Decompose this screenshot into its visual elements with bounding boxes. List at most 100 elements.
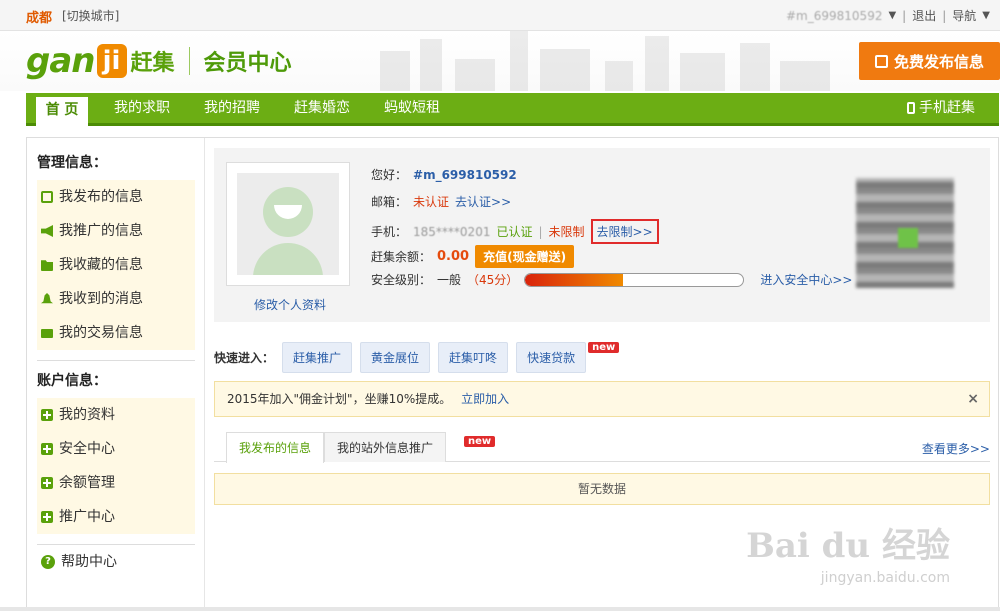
username-dropdown-icon[interactable]: ▼ — [888, 10, 896, 21]
quick-ganji-dingdong-button[interactable]: 赶集叮咚 — [438, 342, 509, 373]
skyline-decoration — [380, 31, 830, 91]
email-label: 邮箱： — [371, 195, 408, 209]
security-center-link[interactable]: 进入安全中心>> — [760, 271, 852, 288]
publish-label: 免费发布信息 — [893, 52, 984, 71]
sidebar-item-label: 帮助中心 — [61, 554, 117, 570]
sidebar-item-my-messages[interactable]: 我收到的消息 — [37, 282, 195, 316]
phone-limit-status: 未限制 — [548, 225, 585, 239]
quick-gold-booth-button[interactable]: 黄金展位 — [360, 342, 431, 373]
watermark-main: Bai du 经验 — [746, 526, 950, 566]
phone-label: 手机： — [371, 225, 408, 239]
ganji-logo[interactable]: gan ji 赶集 会员中心 — [26, 41, 292, 81]
switch-city-link[interactable]: [切换城市] — [62, 7, 119, 24]
sidebar: 管理信息： 我发布的信息 我推广的信息 我收藏的信息 我收到的消息 我的交易信息 — [27, 138, 205, 607]
notice-text: 2015年加入"佣金计划"，坐赚10%提成。 — [227, 392, 452, 406]
sidebar-item-security[interactable]: 安全中心 — [37, 432, 195, 466]
avatar-placeholder-icon — [237, 173, 339, 275]
quick-loan-button[interactable]: 快速贷款 — [516, 342, 587, 373]
nav-my-jobs[interactable]: 我的求职 — [114, 93, 170, 123]
nav-dating[interactable]: 赶集婚恋 — [294, 93, 350, 123]
folder-icon — [41, 260, 53, 271]
nav-short-rental[interactable]: 蚂蚁短租 — [384, 93, 440, 123]
commission-notice: 2015年加入"佣金计划"，坐赚10%提成。 立即加入 × — [214, 381, 990, 417]
edit-icon — [41, 191, 53, 203]
phone-number: 185****0201 — [413, 224, 491, 239]
divider: | — [942, 8, 947, 23]
phone-separator: | — [538, 224, 543, 239]
sidebar-item-balance[interactable]: 余额管理 — [37, 466, 195, 500]
nav-mobile-ganji[interactable]: 手机赶集 — [907, 93, 975, 123]
nav-menu-dropdown-icon[interactable]: ▼ — [982, 10, 990, 21]
sidebar-item-help[interactable]: ? 帮助中心 — [37, 545, 117, 579]
sidebar-item-label: 我的交易信息 — [59, 325, 143, 341]
phone-status: 已认证 — [496, 225, 533, 239]
phone-row: 手机： 185****0201 已认证 | 未限制 去限制>> — [371, 219, 659, 244]
tab-my-posts[interactable]: 我发布的信息 — [226, 432, 325, 463]
qr-code-center — [898, 228, 918, 248]
phone-limit-link[interactable]: 去限制>> — [590, 219, 659, 244]
avatar[interactable] — [226, 162, 350, 286]
account-info-group: 我的资料 安全中心 余额管理 推广中心 — [37, 398, 195, 534]
publish-free-button[interactable]: 免费发布信息 — [859, 42, 1000, 80]
balance-label: 赶集余额： — [371, 250, 432, 264]
profile-panel: 修改个人资料 您好： #m_699810592 邮箱： 未认证 去认证>> 手机… — [214, 148, 990, 322]
sidebar-item-label: 余额管理 — [59, 475, 115, 491]
sidebar-divider — [37, 360, 195, 361]
help-icon: ? — [41, 555, 55, 569]
security-progress-bar — [524, 272, 745, 287]
tab-offsite-promotion[interactable]: 我的站外信息推广 — [324, 432, 447, 462]
bell-icon — [41, 293, 53, 304]
sidebar-item-my-profile[interactable]: 我的资料 — [37, 398, 195, 432]
hello-row: 您好： #m_699810592 — [371, 166, 517, 183]
balance-value: 0.00 — [437, 249, 470, 264]
close-icon[interactable]: × — [967, 382, 979, 416]
sidebar-item-label: 推广中心 — [59, 509, 115, 525]
email-verify-link[interactable]: 去认证>> — [455, 193, 511, 210]
quick-access-label: 快速进入： — [214, 351, 275, 365]
quick-access: 快速进入： 赶集推广 黄金展位 赶集叮咚 快速贷款 new — [214, 342, 620, 373]
nav-home[interactable]: 首 页 — [36, 97, 88, 126]
logo-cn: 赶集 — [130, 51, 175, 76]
edit-profile-link[interactable]: 修改个人资料 — [254, 296, 326, 313]
top-username[interactable]: #m_699810592 — [786, 9, 882, 23]
view-more-link[interactable]: 查看更多>> — [922, 440, 990, 457]
top-bar: 成都 [切换城市] #m_699810592 ▼ | 退出 | 导航 ▼ — [0, 0, 1000, 31]
new-badge: new — [588, 342, 620, 353]
mail-icon — [41, 328, 53, 338]
logo-divider — [188, 47, 190, 75]
account-info-title: 账户信息： — [37, 373, 107, 389]
sidebar-item-label: 我发布的信息 — [59, 189, 143, 205]
plus-icon — [41, 443, 53, 455]
balance-row: 赶集余额： 0.00 充值(现金赠送) — [371, 245, 575, 268]
email-status: 未认证 — [413, 195, 450, 209]
nav-mobile-label: 手机赶集 — [919, 100, 975, 116]
plus-icon — [41, 477, 53, 489]
security-row: 安全级别： 一般 （45分） 进入安全中心>> — [371, 271, 852, 288]
sidebar-item-my-transactions[interactable]: 我的交易信息 — [37, 316, 195, 350]
new-badge: new — [464, 436, 496, 447]
hello-label: 您好： — [371, 168, 408, 182]
security-score: （45分） — [467, 273, 519, 287]
logo-badge: ji — [96, 44, 127, 78]
sidebar-item-label: 安全中心 — [59, 441, 115, 457]
sidebar-item-label: 我推广的信息 — [59, 223, 143, 239]
sidebar-item-my-favorites[interactable]: 我收藏的信息 — [37, 248, 195, 282]
sidebar-item-promotion-center[interactable]: 推广中心 — [37, 500, 195, 534]
security-level: 一般 — [437, 273, 462, 287]
current-city: 成都 — [26, 11, 53, 26]
security-progress-fill — [525, 273, 624, 286]
recharge-button[interactable]: 充值(现金赠送) — [475, 245, 575, 268]
sidebar-item-my-promotions[interactable]: 我推广的信息 — [37, 214, 195, 248]
sidebar-item-label: 我的资料 — [59, 407, 115, 423]
header: gan ji 赶集 会员中心 免费发布信息 — [0, 31, 1000, 91]
nav-menu-link[interactable]: 导航 — [952, 7, 976, 24]
sidebar-item-my-posts[interactable]: 我发布的信息 — [37, 180, 195, 214]
info-tabs: 我发布的信息 我的站外信息推广 new 查看更多>> — [214, 432, 990, 463]
bottom-border — [0, 607, 1000, 611]
quick-ganji-promotion-button[interactable]: 赶集推广 — [282, 342, 353, 373]
logout-link[interactable]: 退出 — [912, 7, 936, 24]
nav-my-recruiting[interactable]: 我的招聘 — [204, 93, 260, 123]
manage-info-title: 管理信息： — [37, 155, 107, 171]
sidebar-item-label: 我收藏的信息 — [59, 257, 143, 273]
join-now-link[interactable]: 立即加入 — [461, 392, 509, 406]
